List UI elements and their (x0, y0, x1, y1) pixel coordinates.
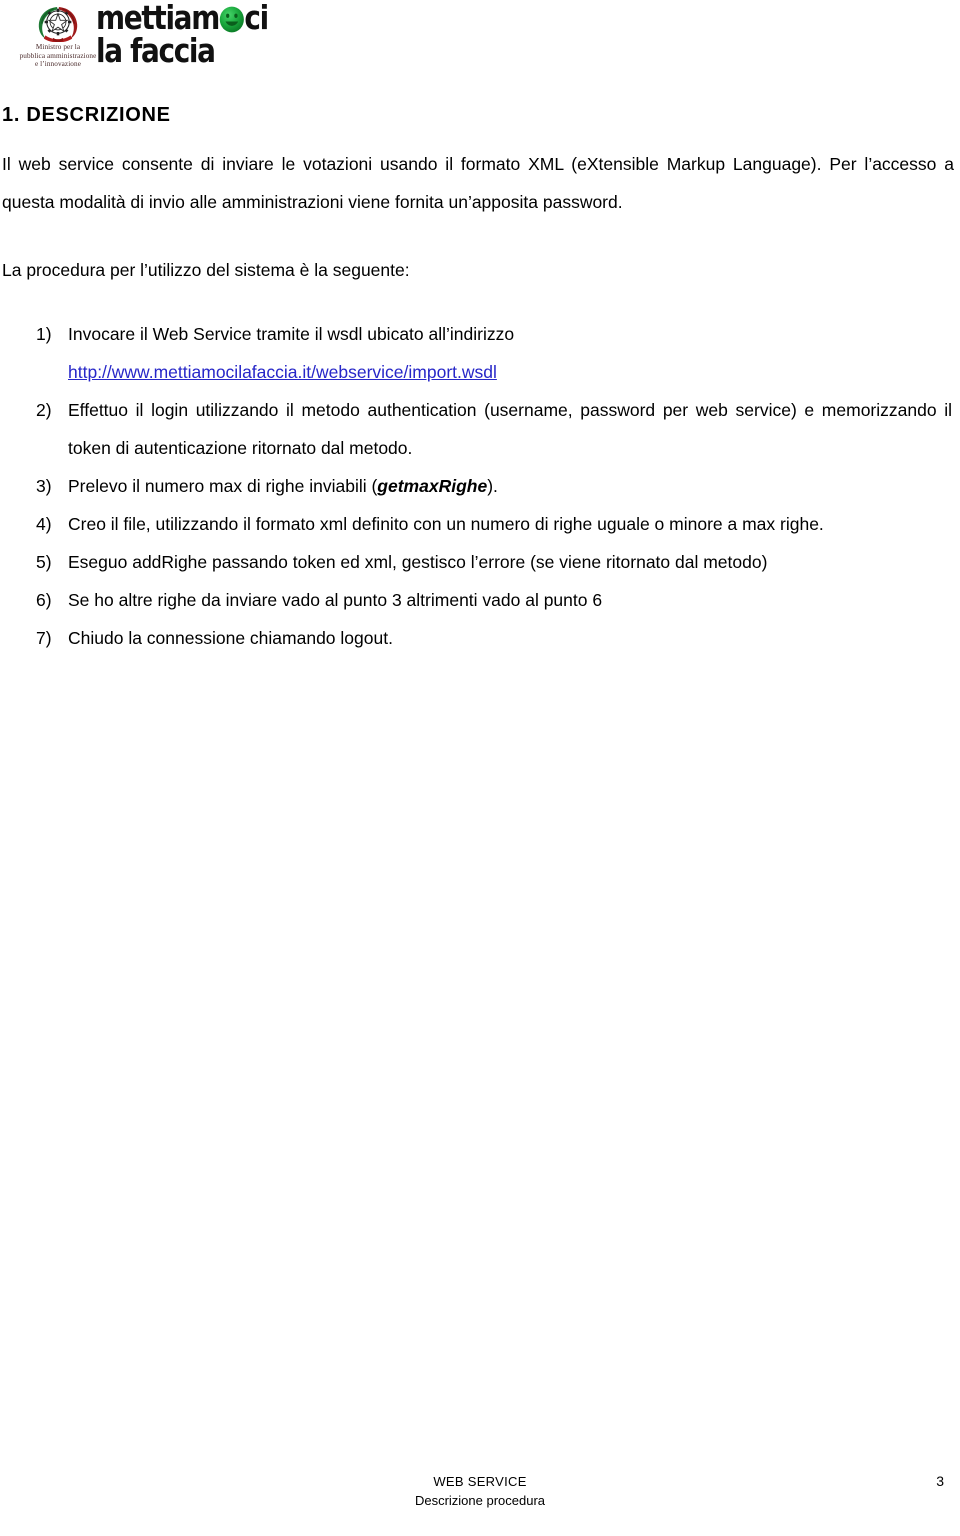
list-marker: 5) (36, 552, 52, 572)
procedure-steps-list: 1) Invocare il Web Service tramite il ws… (0, 315, 960, 657)
list-marker: 7) (36, 628, 52, 648)
list-item-text: Eseguo addRighe passando token ed xml, g… (68, 552, 768, 572)
list-marker: 4) (36, 514, 52, 534)
document-body: 1. DESCRIZIONE Il web service consente d… (0, 96, 960, 657)
list-item-text: Effettuo il login utilizzando il metodo … (68, 400, 952, 458)
italian-republic-emblem-icon (38, 7, 78, 42)
footer-title-block: WEB SERVICE Descrizione procedura (0, 1472, 960, 1510)
footer-line-1: WEB SERVICE (433, 1474, 527, 1489)
wsdl-link[interactable]: http://www.mettiamocilafaccia.it/webserv… (68, 362, 497, 382)
page-title: 1. DESCRIZIONE (2, 104, 171, 126)
list-item-text: Prelevo il numero max di righe inviabili… (68, 467, 952, 505)
list-marker: 6) (36, 590, 52, 610)
document-footer: WEB SERVICE Descrizione procedura 3 (0, 1472, 960, 1528)
list-item-text: Invocare il Web Service tramite il wsdl … (68, 324, 515, 344)
list-item: 3) Prelevo il numero max di righe inviab… (0, 467, 960, 505)
list-item: 4) Creo il file, utilizzando il formato … (0, 505, 960, 543)
list-item: 5) Eseguo addRighe passando token ed xml… (0, 543, 960, 581)
brand-text-line2: la faccia (96, 31, 216, 70)
list-item-text-before: Prelevo il numero max di righe inviabili… (68, 476, 378, 496)
list-item: 1) Invocare il Web Service tramite il ws… (0, 315, 960, 391)
method-name-emphasis: getmaxRighe (377, 476, 488, 496)
page-number: 3 (936, 1473, 944, 1489)
list-item-text: Creo il file, utilizzando il formato xml… (68, 514, 824, 534)
description-paragraph: Il web service consente di inviare le vo… (2, 154, 954, 212)
ministry-label: Ministro per la pubblica amministrazione… (19, 43, 97, 69)
list-item-text: Se ho altre righe da inviare vado al pun… (68, 590, 603, 610)
wsdl-url-line: http://www.mettiamocilafaccia.it/webserv… (68, 353, 952, 391)
brand-logo: mettiam ci la faccia (96, 1, 396, 73)
list-item: 6) Se ho altre righe da inviare vado al … (0, 581, 960, 619)
list-marker: 2) (36, 400, 52, 420)
list-item-text-after: ). (487, 476, 498, 496)
list-item-text: Chiudo la connessione chiamando logout. (68, 628, 393, 648)
list-item: 2) Effettuo il login utilizzando il meto… (0, 391, 960, 467)
list-item: 7) Chiudo la connessione chiamando logou… (0, 619, 960, 657)
procedure-intro-paragraph: La procedura per l’utilizzo del sistema … (2, 260, 410, 280)
ministry-emblem-block: Ministro per la pubblica amministrazione… (12, 2, 104, 69)
smiley-face-icon (219, 6, 244, 33)
document-header: Ministro per la pubblica amministrazione… (0, 0, 960, 92)
footer-line-2: Descrizione procedura (414, 1493, 546, 1508)
brand-text-part2: ci (244, 0, 269, 37)
list-marker: 1) (36, 324, 52, 344)
list-marker: 3) (36, 476, 52, 496)
